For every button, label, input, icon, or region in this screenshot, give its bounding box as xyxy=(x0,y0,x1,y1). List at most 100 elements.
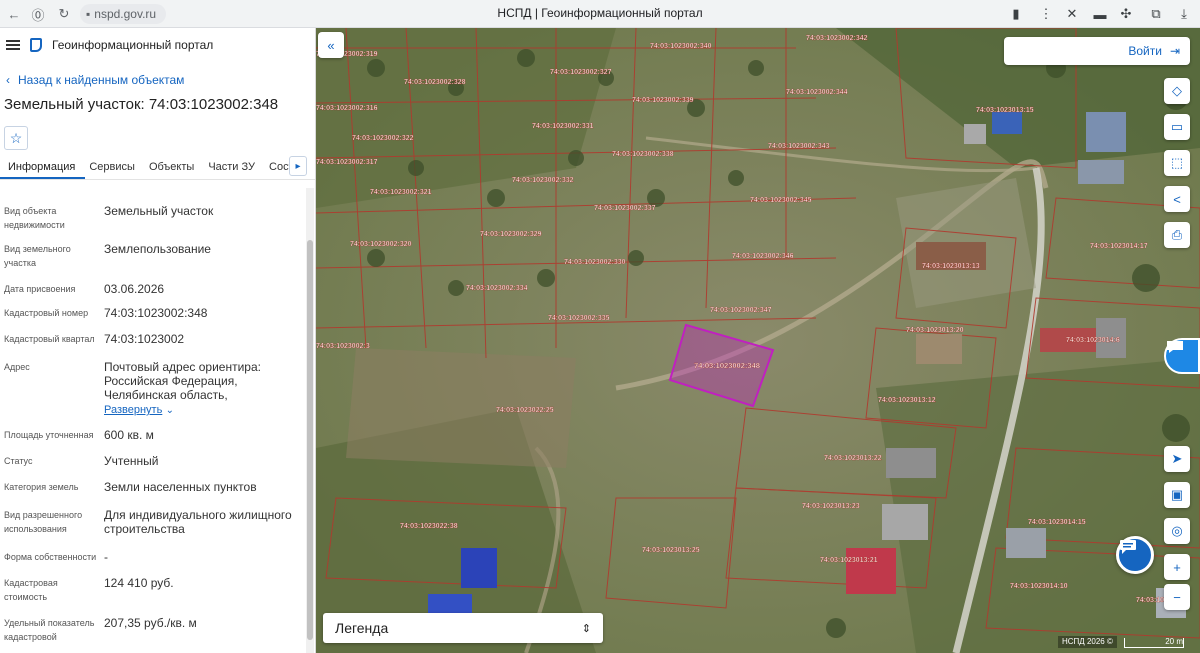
parcel-label[interactable]: 74:03:1023013:22 xyxy=(824,455,882,462)
info-panel: Геоинформационный портал ‹ Назад к найде… xyxy=(0,28,316,653)
parcel-label[interactable]: 74:03:1023002:343 xyxy=(768,143,830,150)
parcel-label[interactable]: 74:03:1023002:329 xyxy=(480,231,542,238)
property-label: Кадастровый квартал xyxy=(4,334,95,344)
parcel-label[interactable]: 74:03:1023013:23 xyxy=(802,503,860,510)
parcel-label[interactable]: 74:03:1023002:330 xyxy=(564,259,626,266)
parcel-label[interactable]: 74:03:1023002:3 xyxy=(316,343,370,350)
tabs-next-icon[interactable]: ▸ xyxy=(289,156,307,176)
property-value: 600 кв. м xyxy=(104,428,154,442)
property-value: Землепользование xyxy=(104,242,211,256)
parcel-label[interactable]: 74:03:1023002:331 xyxy=(532,123,594,130)
login-button[interactable]: Войти ⇥ xyxy=(1004,37,1190,65)
legend-label: Легенда xyxy=(335,620,389,636)
scrollbar[interactable] xyxy=(306,188,314,653)
download-icon[interactable]: ⤓ xyxy=(1174,4,1194,24)
tab-bar: Информация Сервисы Объекты Части ЗУ Сост… xyxy=(0,156,315,180)
puzzle-icon[interactable]: ✣ xyxy=(1116,4,1136,24)
parcel-label[interactable]: 74:03:1023013:12 xyxy=(878,397,936,404)
chat-icon[interactable] xyxy=(1116,536,1154,574)
property-label: Вид объекта недвижимости xyxy=(4,206,65,230)
parcel-label[interactable]: 74:03:1023002:337 xyxy=(594,205,656,212)
expand-link[interactable]: Развернуть xyxy=(104,404,162,416)
parcel-label[interactable]: 74:03:1023002:328 xyxy=(404,79,466,86)
property-value: Земельный участок xyxy=(104,204,214,218)
menu-dots-icon[interactable]: ⋮ xyxy=(1036,4,1056,24)
parcel-label[interactable]: 74:03:1023002:316 xyxy=(316,105,378,112)
parcel-label[interactable]: 74:03:1023002:345 xyxy=(750,197,812,204)
parcel-label[interactable]: 74:03:1023002:335 xyxy=(548,315,610,322)
print-icon[interactable]: ⎙ xyxy=(1164,222,1190,248)
property-value: 74:03:1023002 xyxy=(104,332,185,346)
parcel-label[interactable]: 74:03:1023013:13 xyxy=(922,263,980,270)
property-value: 74:03:1023002:348 xyxy=(104,306,208,320)
parcel-label[interactable]: 74:03:1023014:6 xyxy=(1066,337,1120,344)
zoom-out-icon[interactable]: − xyxy=(1164,584,1190,610)
portal-logo-icon xyxy=(30,38,42,52)
property-value: Почтовый адрес ориентира: Российская Фед… xyxy=(104,360,300,418)
back-link[interactable]: ‹ Назад к найденным объектам xyxy=(0,70,315,90)
parcel-label[interactable]: 74:03:1023002:340 xyxy=(650,43,712,50)
collapse-panel-icon[interactable]: « xyxy=(318,32,344,58)
parcel-label[interactable]: 74:03:1023002:317 xyxy=(316,159,378,166)
chevron-left-icon: ‹ xyxy=(6,73,10,87)
map-credit: НСПД 2026 © xyxy=(1058,636,1117,648)
parcel-label[interactable]: 74:03:1023002:322 xyxy=(352,135,414,142)
parcel-label[interactable]: 74:03:1023013:21 xyxy=(820,557,878,564)
select-area-icon[interactable]: ⬚ xyxy=(1164,150,1190,176)
parcel-label[interactable]: 74:03:1023002:339 xyxy=(632,97,694,104)
parcel-label[interactable]: 74:03:1023013:25 xyxy=(642,547,700,554)
scrollbar-thumb[interactable] xyxy=(307,240,313,640)
property-label: Категория земель xyxy=(4,482,79,492)
tab-services[interactable]: Сервисы xyxy=(85,158,145,179)
share-icon[interactable]: < xyxy=(1164,186,1190,212)
bookmark-icon[interactable]: ▮ xyxy=(1006,4,1026,24)
property-label: Форма собственности xyxy=(4,552,97,562)
extension-icon[interactable]: ✕ xyxy=(1062,4,1082,24)
satellite-map[interactable]: 74:03:1023002:340 74:03:1023002:342 74:0… xyxy=(316,28,1200,653)
property-label: Вид разрешенного использования xyxy=(4,510,83,534)
map-view[interactable]: 74:03:1023002:340 74:03:1023002:342 74:0… xyxy=(316,28,1200,653)
tab-parts[interactable]: Части ЗУ xyxy=(204,158,265,179)
address-text: Почтовый адрес ориентира: Российская Фед… xyxy=(104,360,261,402)
selected-parcel-label[interactable]: 74:03:1023002:348 xyxy=(694,361,760,370)
parcel-label[interactable]: 74:03:1023002:332 xyxy=(512,177,574,184)
parcel-label[interactable]: 74:03:1023002:342 xyxy=(806,35,868,42)
parcel-label[interactable]: 74:03:1023002:338 xyxy=(612,151,674,158)
tab-information[interactable]: Информация xyxy=(0,158,86,179)
parcel-label[interactable]: 74:03:1023002:334 xyxy=(466,285,528,292)
layers-icon[interactable]: ◇ xyxy=(1164,78,1190,104)
chevron-down-icon[interactable]: ⌄ xyxy=(166,405,174,416)
tab-objects[interactable]: Объекты xyxy=(145,158,204,179)
parcel-label[interactable]: 74:03:1023014:17 xyxy=(1090,243,1148,250)
login-label: Войти xyxy=(1128,44,1162,58)
property-value: 124 410 руб. xyxy=(104,576,174,590)
parcel-label[interactable]: 74:03:1023014:15 xyxy=(1028,519,1086,526)
property-label: Кадастровая стоимость xyxy=(4,578,58,602)
hat-icon[interactable]: ▬ xyxy=(1090,4,1110,24)
property-label: Площадь уточненная xyxy=(4,430,94,440)
geolocation-icon[interactable]: ➤ xyxy=(1164,446,1190,472)
ruler-icon[interactable]: ▭ xyxy=(1164,114,1190,140)
basemap-icon[interactable]: ▣ xyxy=(1164,482,1190,508)
parcel-label[interactable]: 74:03:1023002:327 xyxy=(550,69,612,76)
menu-icon[interactable] xyxy=(6,40,20,50)
zoom-in-icon[interactable]: + xyxy=(1164,554,1190,580)
parcel-label[interactable]: 74:03:1023022:38 xyxy=(400,523,458,530)
parcel-label[interactable]: 74:03:1023022:25 xyxy=(496,407,554,414)
parcel-label[interactable]: 74:03:1023013:15 xyxy=(976,107,1034,114)
page-title: Земельный участок: 74:03:1023002:348 xyxy=(4,96,279,113)
parcel-label[interactable]: 74:03:1023002:347 xyxy=(710,307,772,314)
screenshot-icon[interactable]: ⧉ xyxy=(1146,4,1166,24)
parcel-label[interactable]: 74:03:1023002:320 xyxy=(350,241,412,248)
legend-dropdown[interactable]: Легенда ⇕ xyxy=(323,613,603,643)
location-pin-icon[interactable]: ◎ xyxy=(1164,518,1190,544)
parcel-label[interactable]: 74:03:1023002:344 xyxy=(786,89,848,96)
parcel-label[interactable]: 74:03:1023014:10 xyxy=(1010,583,1068,590)
favorite-star-icon[interactable]: ☆ xyxy=(4,126,28,150)
scale-bar: 20 m xyxy=(1124,638,1184,648)
parcel-label[interactable]: 74:03:1023002:346 xyxy=(732,253,794,260)
parcel-label[interactable]: 74:03:1023013:20 xyxy=(906,327,964,334)
assistant-tab-icon[interactable] xyxy=(1164,338,1200,374)
property-label: Адрес xyxy=(4,362,30,372)
parcel-label[interactable]: 74:03:1023002:321 xyxy=(370,189,432,196)
